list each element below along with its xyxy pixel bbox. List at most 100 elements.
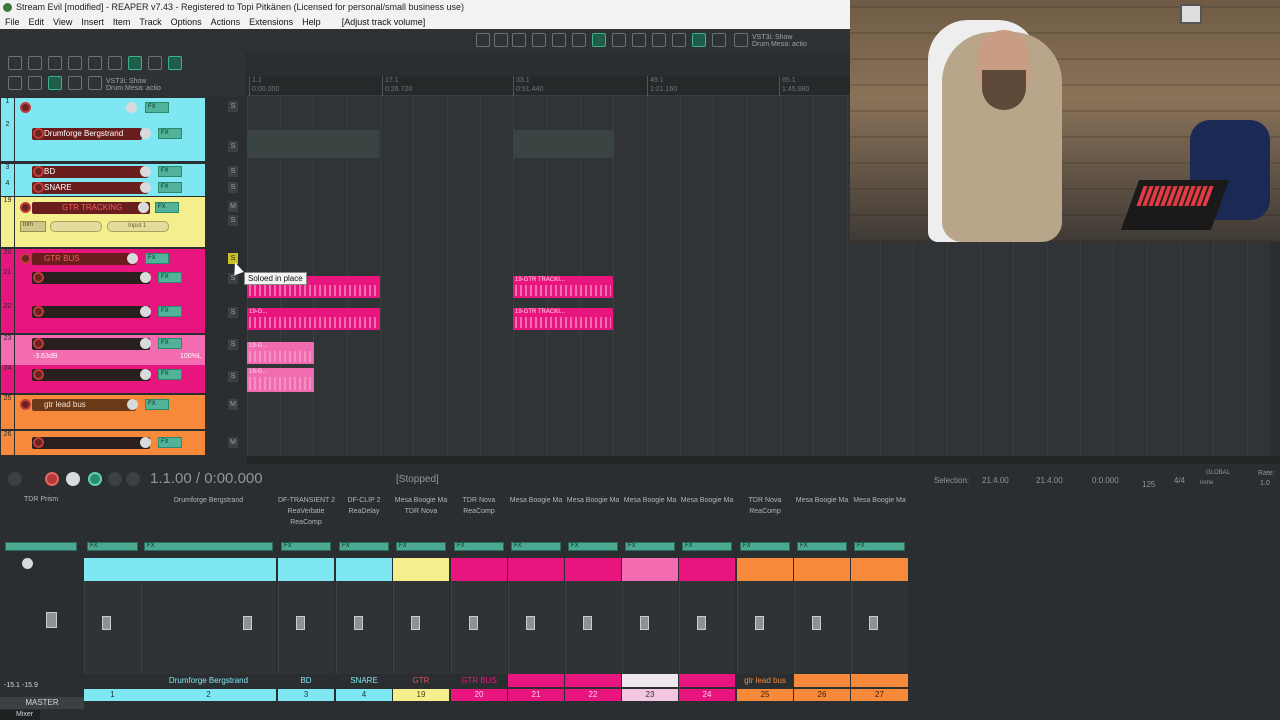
track-name[interactable]: [32, 437, 150, 449]
menu-file[interactable]: File: [5, 15, 20, 29]
fx-bar[interactable]: FX: [87, 542, 138, 551]
rate-value[interactable]: 1.0: [1260, 480, 1270, 487]
track-19[interactable]: GTR TRACKING FX trim Input 1: [15, 197, 205, 247]
media-item[interactable]: 19-GTR TRACKI...: [513, 276, 613, 298]
time-display[interactable]: 1.1.00 / 0:00.000: [150, 470, 263, 487]
fx-button[interactable]: FX: [158, 306, 182, 317]
volume-fader[interactable]: [296, 616, 305, 630]
loop-icon[interactable]: [712, 33, 726, 47]
volume-knob[interactable]: [140, 369, 151, 380]
strip-name[interactable]: SNARE: [336, 674, 392, 687]
track-4[interactable]: SNARE FX: [15, 180, 205, 196]
mute-button[interactable]: S: [228, 101, 238, 112]
selection-end[interactable]: 21.4.00: [1036, 476, 1063, 485]
envelope-lock-icon[interactable]: [692, 33, 706, 47]
strip-name[interactable]: [508, 674, 564, 687]
fx-button[interactable]: FX: [158, 272, 182, 283]
metronome-icon[interactable]: [128, 56, 142, 70]
go-to-start-icon[interactable]: [8, 472, 22, 486]
strip-name[interactable]: [565, 674, 621, 687]
vst-action-text[interactable]: VST3i: Show Drum Mesa: actio: [752, 34, 807, 48]
fx-button[interactable]: FX: [145, 399, 169, 410]
fx-bar[interactable]: FX: [854, 542, 905, 551]
solo-button[interactable]: S: [228, 182, 238, 193]
vst-action-text[interactable]: VST3i: Show Drum Mesa: actio: [106, 78, 161, 92]
fx-bar[interactable]: FX: [339, 542, 389, 551]
media-item[interactable]: 19-GTR TRACKI...: [513, 308, 613, 330]
strip-number[interactable]: 26: [794, 689, 850, 701]
menu-help[interactable]: Help: [302, 15, 321, 29]
strip-number[interactable]: 27: [851, 689, 908, 701]
track-25[interactable]: gtr lead bus FX: [15, 395, 205, 429]
metronome-icon[interactable]: [592, 33, 606, 47]
volume-fader[interactable]: [411, 616, 420, 630]
track-name[interactable]: SNARE: [32, 182, 148, 194]
fx-button[interactable]: FX: [158, 369, 182, 380]
solo-button[interactable]: S: [228, 371, 238, 382]
menu-edit[interactable]: Edit: [29, 15, 45, 29]
track-name[interactable]: GTR BUS: [32, 253, 136, 265]
menu-item[interactable]: Item: [113, 15, 131, 29]
fx-button[interactable]: FX: [155, 202, 179, 213]
mute-button[interactable]: M: [228, 201, 238, 212]
strip-number[interactable]: 3: [278, 689, 334, 701]
solo-button[interactable]: S: [228, 215, 238, 226]
track-22[interactable]: FX: [15, 303, 205, 333]
fx-bar[interactable]: FX: [281, 542, 331, 551]
track-21[interactable]: FX: [15, 269, 205, 303]
lock-icon[interactable]: [88, 76, 102, 90]
project-settings-icon[interactable]: [68, 56, 82, 70]
volume-knob[interactable]: [140, 166, 151, 177]
record-arm-button[interactable]: [33, 182, 44, 193]
fx-button[interactable]: FX: [158, 338, 182, 349]
strip-number[interactable]: 1: [84, 689, 141, 701]
fx-bar[interactable]: FX: [568, 542, 618, 551]
strip-name[interactable]: [84, 674, 141, 687]
track-name[interactable]: BD: [32, 166, 148, 178]
volume-fader[interactable]: [243, 616, 252, 630]
save-project-icon[interactable]: [512, 33, 526, 47]
record-button[interactable]: [45, 472, 59, 486]
menu-view[interactable]: View: [53, 15, 72, 29]
strip-number[interactable]: 23: [622, 689, 678, 701]
solo-button[interactable]: S: [228, 339, 238, 350]
strip-name[interactable]: GTR BUS: [451, 674, 507, 687]
volume-fader[interactable]: [354, 616, 363, 630]
time-signature[interactable]: 4/4: [1174, 476, 1185, 485]
fx-button[interactable]: FX: [158, 182, 182, 193]
fx-bar[interactable]: FX: [511, 542, 561, 551]
solo-button[interactable]: S: [228, 141, 238, 152]
track-20[interactable]: GTR BUS FX: [15, 249, 205, 269]
volume-knob[interactable]: [140, 182, 151, 193]
volume-knob[interactable]: [127, 399, 138, 410]
input-selector[interactable]: Input 1: [107, 221, 169, 232]
record-arm-button[interactable]: [33, 437, 44, 448]
volume-fader[interactable]: [526, 616, 535, 630]
redo-icon[interactable]: [572, 33, 586, 47]
strip-name[interactable]: [851, 674, 908, 687]
solo-button[interactable]: S: [228, 307, 238, 318]
repeat-button[interactable]: [88, 472, 102, 486]
volume-fader[interactable]: [755, 616, 764, 630]
volume-fader[interactable]: [812, 616, 821, 630]
strip-number[interactable]: 2: [141, 689, 276, 701]
track-name[interactable]: [32, 272, 150, 284]
track-name[interactable]: [32, 338, 150, 350]
menu-options[interactable]: Options: [171, 15, 202, 29]
volume-slider[interactable]: [50, 221, 102, 232]
volume-knob[interactable]: [140, 437, 151, 448]
snap-icon[interactable]: [28, 76, 42, 90]
grid-icon[interactable]: [652, 33, 666, 47]
master-pan-knob[interactable]: [22, 558, 33, 569]
record-arm-button[interactable]: [33, 166, 44, 177]
record-arm-button[interactable]: [33, 128, 44, 139]
record-arm-button[interactable]: [20, 102, 31, 113]
mute-button[interactable]: M: [228, 437, 238, 448]
fx-bar[interactable]: FX: [797, 542, 847, 551]
solo-button[interactable]: S: [228, 166, 238, 177]
save-project-icon[interactable]: [48, 56, 62, 70]
record-arm-button[interactable]: [20, 253, 31, 264]
media-item[interactable]: [513, 130, 613, 158]
record-arm-button[interactable]: [20, 202, 31, 213]
item-grouping-icon[interactable]: [168, 56, 182, 70]
